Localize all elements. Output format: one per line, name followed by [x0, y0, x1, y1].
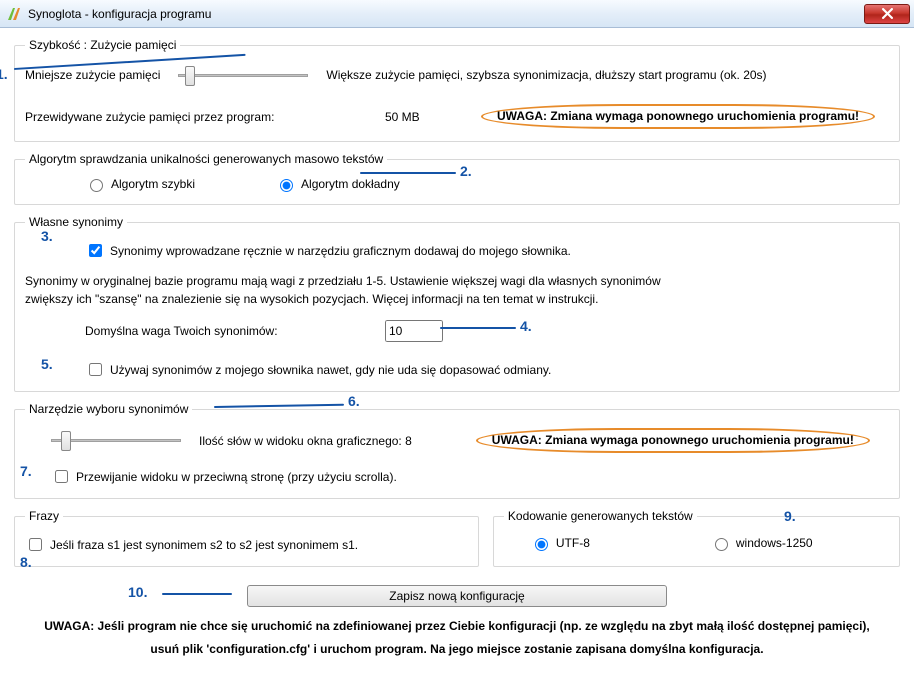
tool-count-label: Ilość słów w widoku okna graficznego: 8: [199, 434, 412, 448]
speed-memory-legend: Szybkość : Zużycie pamięci: [25, 38, 180, 52]
tool-legend: Narzędzie wyboru synonimów: [25, 402, 192, 416]
phrase-sym-label: Jeśli fraza s1 jest synonimem s2 to s2 j…: [50, 538, 358, 552]
encoding-utf8-radio[interactable]: [535, 538, 548, 551]
algo-exact-option[interactable]: Algorytm dokładny: [275, 176, 400, 192]
own-synonyms-group: Własne synonimy Synonimy wprowadzane ręc…: [14, 215, 900, 392]
app-icon: [6, 6, 22, 22]
client-area: Szybkość : Zużycie pamięci Mniejsze zuży…: [0, 28, 914, 686]
weight-input[interactable]: [385, 320, 443, 342]
bottom-note-line2: usuń plik 'configuration.cfg' i uruchom …: [14, 638, 900, 661]
encoding-group: Kodowanie generowanych tekstów UTF-8 win…: [493, 509, 900, 567]
algorithm-group: Algorytm sprawdzania unikalności generow…: [14, 152, 900, 205]
algo-exact-label: Algorytm dokładny: [301, 177, 400, 191]
encoding-utf8-label: UTF-8: [556, 536, 590, 550]
reverse-scroll-checkbox[interactable]: [55, 470, 68, 483]
close-button[interactable]: [864, 4, 910, 24]
speed-warning: UWAGA: Zmiana wymaga ponownego uruchomie…: [481, 104, 875, 129]
algo-exact-radio[interactable]: [280, 179, 293, 192]
predicted-memory-label: Przewidywane zużycie pamięci przez progr…: [25, 110, 385, 124]
annotation-1: 1.: [0, 66, 8, 82]
encoding-win1250-radio[interactable]: [715, 538, 728, 551]
tool-warning: UWAGA: Zmiana wymaga ponownego uruchomie…: [476, 428, 870, 453]
add-to-dict-checkbox[interactable]: [89, 244, 102, 257]
use-own-label: Używaj synonimów z mojego słownika nawet…: [110, 363, 551, 377]
algo-fast-radio[interactable]: [90, 179, 103, 192]
use-own-checkbox[interactable]: [89, 363, 102, 376]
weight-label: Domyślna waga Twoich synonimów:: [85, 324, 385, 338]
syn-desc-line2: zwiększy ich "szansę" na znalezienie się…: [25, 292, 889, 306]
syn-desc-line1: Synonimy w oryginalnej bazie programu ma…: [25, 274, 889, 288]
own-synonyms-legend: Własne synonimy: [25, 215, 127, 229]
more-memory-label: Większe zużycie pamięci, szybsza synonim…: [326, 68, 766, 82]
reverse-scroll-option[interactable]: Przewijanie widoku w przeciwną stronę (p…: [51, 467, 397, 486]
tool-slider[interactable]: [51, 432, 181, 450]
reverse-scroll-label: Przewijanie widoku w przeciwną stronę (p…: [76, 470, 397, 484]
encoding-win1250-label: windows-1250: [736, 536, 813, 550]
encoding-win1250-option[interactable]: windows-1250: [710, 535, 813, 551]
less-memory-label: Mniejsze zużycie pamięci: [25, 68, 160, 82]
window-title: Synoglota - konfiguracja programu: [28, 7, 864, 21]
speed-slider[interactable]: [178, 66, 308, 84]
algo-fast-label: Algorytm szybki: [111, 177, 195, 191]
phrases-group: Frazy Jeśli fraza s1 jest synonimem s2 t…: [14, 509, 479, 567]
add-to-dict-label: Synonimy wprowadzane ręcznie w narzędziu…: [110, 244, 571, 258]
save-button[interactable]: Zapisz nową konfigurację: [247, 585, 667, 607]
tool-group: Narzędzie wyboru synonimów Ilość słów w …: [14, 402, 900, 499]
predicted-memory-value: 50 MB: [385, 110, 481, 124]
bottom-note-line1: UWAGA: Jeśli program nie chce się urucho…: [14, 615, 900, 638]
use-own-option[interactable]: Używaj synonimów z mojego słownika nawet…: [85, 360, 551, 379]
encoding-utf8-option[interactable]: UTF-8: [530, 535, 590, 551]
algo-fast-option[interactable]: Algorytm szybki: [85, 176, 195, 192]
speed-memory-group: Szybkość : Zużycie pamięci Mniejsze zuży…: [14, 38, 900, 142]
add-to-dict-option[interactable]: Synonimy wprowadzane ręcznie w narzędziu…: [85, 241, 571, 260]
phrase-sym-option[interactable]: Jeśli fraza s1 jest synonimem s2 to s2 j…: [25, 535, 358, 554]
phrases-legend: Frazy: [25, 509, 63, 523]
bottom-note: UWAGA: Jeśli program nie chce się urucho…: [14, 615, 900, 661]
titlebar: Synoglota - konfiguracja programu: [0, 0, 914, 28]
encoding-legend: Kodowanie generowanych tekstów: [504, 509, 697, 523]
algorithm-legend: Algorytm sprawdzania unikalności generow…: [25, 152, 387, 166]
phrase-sym-checkbox[interactable]: [29, 538, 42, 551]
